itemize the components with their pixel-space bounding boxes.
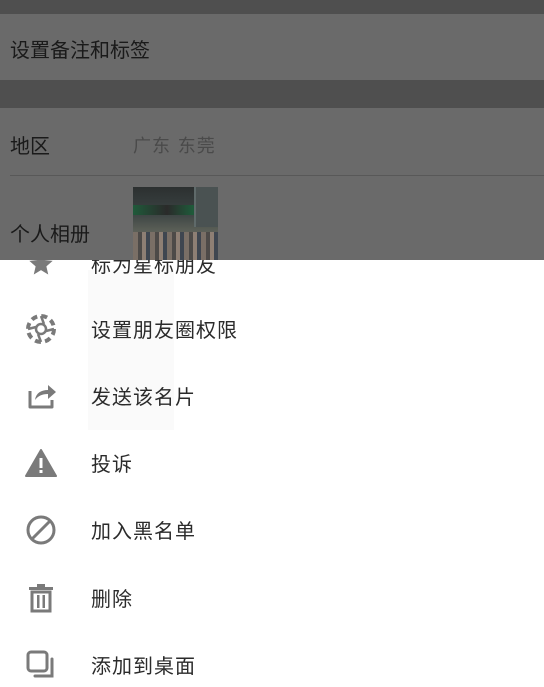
remark-label: 设置备注和标签 xyxy=(10,38,150,62)
menu-item-report[interactable]: 投诉 xyxy=(0,429,544,496)
block-icon xyxy=(24,513,58,547)
region-label: 地区 xyxy=(10,134,50,158)
region-value: 广东 东莞 xyxy=(133,136,216,157)
menu-item-add-to-desktop[interactable]: 添加到桌面 xyxy=(0,631,544,687)
album-thumbnail xyxy=(133,187,218,260)
action-sheet: 标为星标朋友 设置朋友圈权限 发送该名片 投诉 加入黑名单 删除 添加到桌面 xyxy=(0,260,544,687)
menu-item-send-card[interactable]: 发送该名片 xyxy=(0,362,544,429)
star-icon xyxy=(24,260,58,281)
top-strip xyxy=(0,0,544,14)
profile-page-background: 设置备注和标签 地区 广东 东莞 个人相册 xyxy=(0,0,544,260)
menu-item-moments-permission[interactable]: 设置朋友圈权限 xyxy=(0,295,544,362)
menu-item-label: 发送该名片 xyxy=(91,385,196,409)
section-gap xyxy=(0,80,544,108)
trash-icon xyxy=(24,581,58,615)
add-to-desktop-icon xyxy=(24,648,58,682)
warning-icon xyxy=(24,446,58,480)
menu-item-star-friend[interactable]: 标为星标朋友 xyxy=(0,260,544,297)
menu-item-label: 标为星标朋友 xyxy=(91,260,217,277)
aperture-icon xyxy=(24,312,58,346)
menu-item-blacklist[interactable]: 加入黑名单 xyxy=(0,496,544,563)
remark-row: 设置备注和标签 xyxy=(0,14,544,80)
menu-item-delete[interactable]: 删除 xyxy=(0,564,544,631)
menu-item-label: 加入黑名单 xyxy=(91,519,196,543)
menu-item-label: 删除 xyxy=(91,587,133,611)
menu-item-label: 投诉 xyxy=(91,452,133,476)
menu-item-label: 添加到桌面 xyxy=(91,654,196,678)
info-section: 地区 广东 东莞 个人相册 xyxy=(0,108,544,260)
menu-item-label: 设置朋友圈权限 xyxy=(91,318,238,342)
share-icon xyxy=(24,379,58,413)
album-label: 个人相册 xyxy=(10,222,90,246)
divider xyxy=(10,175,544,176)
